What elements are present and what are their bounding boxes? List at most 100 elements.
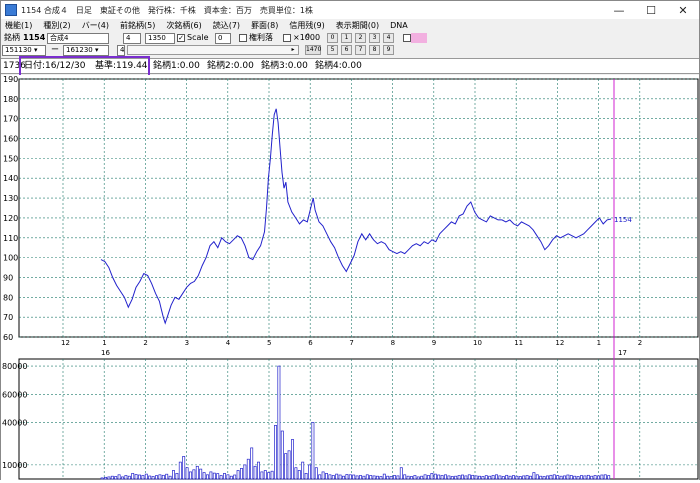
price-tick-label: 70 (3, 313, 13, 322)
period-scrollbar[interactable]: ▸ (127, 45, 299, 55)
volume-bar (474, 475, 478, 480)
date-to-select[interactable]: 161230 ▾ (63, 45, 109, 56)
menu-bar-style[interactable]: バー(4) (82, 20, 109, 31)
scroll-right-arrow-icon[interactable]: ▸ (288, 46, 298, 54)
volume-bar (457, 475, 461, 480)
num-button-8[interactable]: 8 (369, 45, 380, 55)
menu-type[interactable]: 種別(2) (43, 20, 70, 31)
volume-bar (202, 472, 206, 480)
volume-bar (328, 474, 332, 480)
toolbar-row-1: 銘柄 1154 合成4 4 1350 ✓ Scale 0 権利落 ×1000 0… (1, 32, 699, 44)
volume-bar (318, 474, 322, 480)
num-button-6[interactable]: 6 (341, 45, 352, 55)
volume-bar (121, 476, 124, 480)
volume-bar (216, 473, 220, 480)
volume-bar (104, 476, 107, 480)
volume-bar (498, 475, 502, 480)
volume-bar (376, 475, 379, 480)
volume-bar (287, 450, 291, 480)
volume-bar (573, 475, 577, 480)
volume-bar (362, 475, 366, 480)
menu-grid[interactable]: 罫面(8) (251, 20, 278, 31)
volume-bar (297, 470, 301, 480)
menu-next-symbol[interactable]: 次銘柄(6) (166, 20, 201, 31)
maximize-button[interactable]: ☐ (635, 1, 667, 19)
range-dash: ー (51, 45, 59, 54)
volume-bar (559, 475, 563, 480)
menu-dna[interactable]: DNA (390, 21, 408, 30)
field-a[interactable]: 4 (123, 33, 141, 44)
num-button-7[interactable]: 7 (355, 45, 366, 55)
volume-bar (314, 467, 318, 480)
price-series-line (100, 108, 612, 325)
volume-bar (389, 476, 393, 480)
field-b[interactable]: 1350 (145, 33, 175, 44)
volume-bar (178, 461, 182, 480)
volume-bar (345, 474, 349, 480)
volume-bar (423, 474, 427, 480)
info-bar: 1736 日付:16/12/30 基準:119.44 銘柄1:0.00 銘柄2:… (1, 56, 699, 77)
menu-load[interactable]: 読込(7) (213, 20, 240, 31)
price-tick-label: 90 (3, 273, 13, 282)
close-button[interactable]: ✕ (667, 1, 699, 19)
volume-bar (155, 475, 158, 480)
volume-tick-label: 60000 (2, 390, 27, 399)
scale-checkbox[interactable]: ✓ (177, 34, 185, 42)
menu-prev-symbol[interactable]: 前銘柄(5) (120, 20, 155, 31)
volume-bar (359, 475, 362, 480)
r-checkbox[interactable] (403, 34, 411, 42)
num-button-3[interactable]: 3 (369, 33, 380, 43)
margin-checkbox[interactable] (239, 34, 247, 42)
volume-bar (189, 471, 192, 480)
volume-bar (158, 474, 162, 480)
volume-bar (240, 468, 243, 480)
num-button-2[interactable]: 2 (355, 33, 366, 43)
volume-bar (185, 467, 189, 480)
zero-label: 0 (306, 33, 310, 40)
price-tick-label: 60 (3, 333, 13, 342)
volume-bar (501, 476, 505, 480)
volume-bar (396, 475, 400, 480)
volume-bar (284, 453, 288, 480)
volume-bar (393, 475, 396, 480)
date-from-select[interactable]: 151130 ▾ (2, 45, 46, 56)
volume-bar (110, 475, 114, 480)
volume-bar (161, 474, 165, 480)
num-button-9[interactable]: 9 (383, 45, 394, 55)
price-volume-chart[interactable]: 1901801701601501401301201101009080706012… (1, 75, 699, 481)
r-swatch (411, 33, 427, 43)
volume-bar (552, 474, 556, 480)
menu-margin[interactable]: 信用残(9) (289, 20, 324, 31)
volume-bar (569, 475, 573, 480)
month-tick-label: 3 (185, 339, 189, 347)
menu-display-period[interactable]: 表示期間(0) (336, 20, 379, 31)
volume-bar (461, 474, 464, 480)
volume-bar (593, 475, 597, 480)
volume-bar (219, 475, 223, 480)
page-field[interactable]: 4 (117, 45, 125, 56)
volume-bar (134, 474, 138, 480)
volume-bar (597, 475, 600, 480)
menu-function[interactable]: 機能(1) (5, 20, 32, 31)
month-tick-label: 4 (226, 339, 231, 347)
num-button-0[interactable]: 0 (327, 33, 338, 43)
minimize-button[interactable]: — (603, 1, 635, 19)
x1000-checkbox[interactable] (283, 34, 291, 42)
volume-bar (420, 475, 424, 480)
volume-bar (250, 447, 254, 480)
num-button-4[interactable]: 4 (383, 33, 394, 43)
scale-field[interactable]: 0 (215, 33, 231, 44)
volume-bar (556, 475, 560, 480)
name-field[interactable]: 合成4 (47, 33, 109, 44)
volume-bar (410, 476, 413, 480)
volume-bar (301, 461, 305, 480)
volume-bar (338, 474, 342, 480)
volume-bar (484, 475, 488, 480)
num-button-1[interactable]: 1 (341, 33, 352, 43)
volume-bar (321, 471, 325, 480)
volume-bar (430, 473, 434, 480)
volume-bar (522, 475, 526, 480)
volume-bar (576, 476, 580, 480)
num-button-5[interactable]: 5 (327, 45, 338, 55)
volume-bar (369, 475, 373, 480)
